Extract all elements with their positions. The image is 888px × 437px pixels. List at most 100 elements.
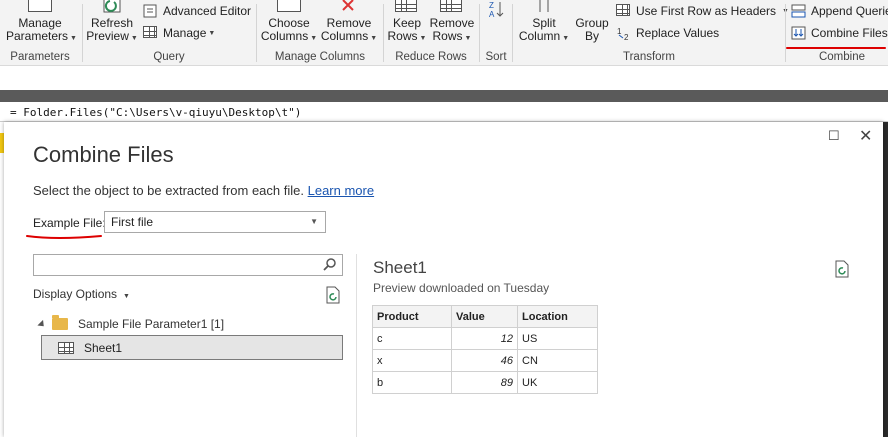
remove-columns-label-2: Columns (320, 29, 369, 43)
preview-title: Sheet1 (373, 258, 427, 277)
folder-icon (52, 315, 68, 330)
learn-more-link[interactable]: Learn more (308, 183, 374, 198)
chevron-down-icon: ▼ (123, 293, 130, 300)
remove-columns-button[interactable]: Remove Columns ▼ (320, 0, 378, 45)
chevron-down-icon: ▼ (310, 35, 318, 42)
preview-subtitle: Preview downloaded on Tuesday (373, 281, 550, 295)
parameters-icon (28, 0, 52, 14)
search-input[interactable] (33, 254, 343, 276)
replace-values-icon: 12 (616, 26, 632, 42)
chevron-down-icon: ▼ (370, 35, 378, 42)
split-column-icon (534, 0, 554, 14)
group-label-sort: Sort (485, 51, 507, 63)
append-queries-button[interactable]: Append Queries (791, 2, 888, 20)
cell-product: x (372, 349, 452, 372)
chevron-down-icon: ▼ (208, 29, 216, 37)
table-row: c 12 US (372, 327, 598, 350)
choose-columns-label-2: Columns (260, 29, 309, 43)
group-label-combine: Combine (818, 51, 866, 63)
display-options-label: Display Options (33, 287, 118, 301)
ribbon: Manage Parameters ▼ Parameters Refresh Pr… (0, 0, 888, 66)
cell-location: CN (517, 349, 598, 372)
combine-files-dialog: ☐ ✕ Combine Files Select the object to b… (4, 122, 883, 437)
replace-values-button[interactable]: 12 Replace Values (616, 24, 719, 42)
refresh-icon[interactable] (834, 260, 850, 278)
chevron-down-icon: ▼ (419, 35, 427, 42)
formula-bar[interactable]: = Folder.Files("C:\Users\v-qiuyu\Desktop… (0, 102, 888, 122)
svg-text:1: 1 (617, 27, 622, 36)
group-query: Refresh Preview ▼ Advanced Editor Manage ▼… (84, 0, 254, 65)
choose-columns-button[interactable]: Choose Columns ▼ (260, 0, 318, 45)
refresh-preview-button[interactable]: Refresh Preview ▼ (86, 0, 138, 45)
group-manage-columns: Choose Columns ▼ Remove Columns ▼ Manage C… (258, 0, 382, 65)
sort-descending-button[interactable]: ZA (485, 0, 507, 20)
remove-rows-label-2: Rows (432, 29, 463, 43)
cell-product: b (372, 371, 452, 394)
keep-rows-button[interactable]: Keep Rows ▼ (385, 0, 429, 45)
table-icon (58, 341, 74, 354)
table-icon (143, 26, 159, 40)
split-column-button[interactable]: Split Column ▼ (518, 0, 570, 45)
editor-header-strip (0, 90, 888, 102)
svg-text:2: 2 (624, 33, 629, 40)
use-first-row-as-headers-button[interactable]: Use First Row as Headers▼ (616, 2, 789, 20)
manage-parameters-label-2: Parameters (6, 29, 69, 43)
advanced-editor-button[interactable]: Advanced Editor (143, 2, 251, 20)
append-queries-icon (791, 4, 807, 18)
display-options-button[interactable]: Display Options ▼ (33, 287, 130, 301)
pane-divider (356, 254, 357, 437)
group-divider (82, 4, 83, 62)
refresh-icon[interactable] (325, 286, 341, 304)
remove-rows-button[interactable]: Remove Rows ▼ (429, 0, 475, 45)
example-file-select[interactable]: First file ▼ (104, 211, 326, 233)
dialog-subtitle: Select the object to be extracted from e… (33, 183, 374, 198)
svg-text:Z: Z (489, 1, 494, 10)
chevron-down-icon: ▼ (70, 35, 77, 42)
refresh-icon (100, 0, 124, 14)
close-icon[interactable]: ✕ (859, 126, 872, 146)
combine-files-label: Combine Files (811, 26, 888, 40)
combine-files-button[interactable]: Combine Files (791, 24, 888, 42)
group-combine: Append Queries Combine Files Combine (787, 0, 888, 65)
search-icon[interactable] (322, 257, 338, 273)
remove-columns-icon (337, 0, 361, 14)
column-header: Value (451, 305, 518, 328)
preview-table: Product Value Location c 12 US x 46 CN b… (372, 305, 598, 394)
expand-triangle-icon[interactable] (37, 319, 47, 329)
manage-parameters-button[interactable]: Manage Parameters ▼ (6, 0, 77, 45)
group-transform: Split Column ▼ Group By Use First Row as … (514, 0, 789, 65)
example-file-label: Example File: (33, 216, 106, 230)
group-reduce-rows: Keep Rows ▼ Remove Rows ▼ Reduce Rows (385, 0, 477, 65)
append-queries-label: Append Queries (811, 4, 888, 18)
tree-folder-item[interactable]: Sample File Parameter1 [1] (37, 315, 224, 331)
annotation-underline (26, 235, 102, 239)
advanced-editor-label: Advanced Editor (163, 4, 252, 18)
table-row: x 46 CN (372, 349, 598, 372)
cell-location: UK (517, 371, 598, 394)
remove-rows-icon (440, 0, 464, 14)
manage-button[interactable]: Manage ▼ (143, 24, 215, 42)
tree-sheet-item[interactable]: Sheet1 (41, 335, 343, 360)
group-divider (785, 4, 786, 62)
choose-columns-icon (277, 0, 301, 14)
refresh-preview-label-2: Preview (86, 29, 129, 43)
group-divider (479, 4, 480, 62)
group-divider (256, 4, 257, 62)
example-file-value: First file (111, 215, 153, 229)
column-header: Location (517, 305, 598, 328)
group-by-button[interactable]: Group By (572, 0, 612, 43)
group-label-transform: Transform (623, 51, 675, 63)
combine-files-icon (791, 26, 807, 40)
maximize-icon[interactable]: ☐ (828, 128, 840, 144)
group-divider (512, 4, 513, 62)
table-row: b 89 UK (372, 371, 598, 394)
chevron-down-icon: ▼ (310, 217, 318, 226)
manage-label: Manage (163, 26, 207, 40)
column-header: Product (372, 305, 452, 328)
sort-za-icon: ZA (487, 0, 505, 20)
svg-text:A: A (489, 10, 495, 19)
advanced-editor-icon (143, 4, 159, 18)
group-label-reduce-rows: Reduce Rows (395, 51, 467, 63)
group-by-label-2: By (584, 29, 599, 43)
cell-product: c (372, 327, 452, 350)
